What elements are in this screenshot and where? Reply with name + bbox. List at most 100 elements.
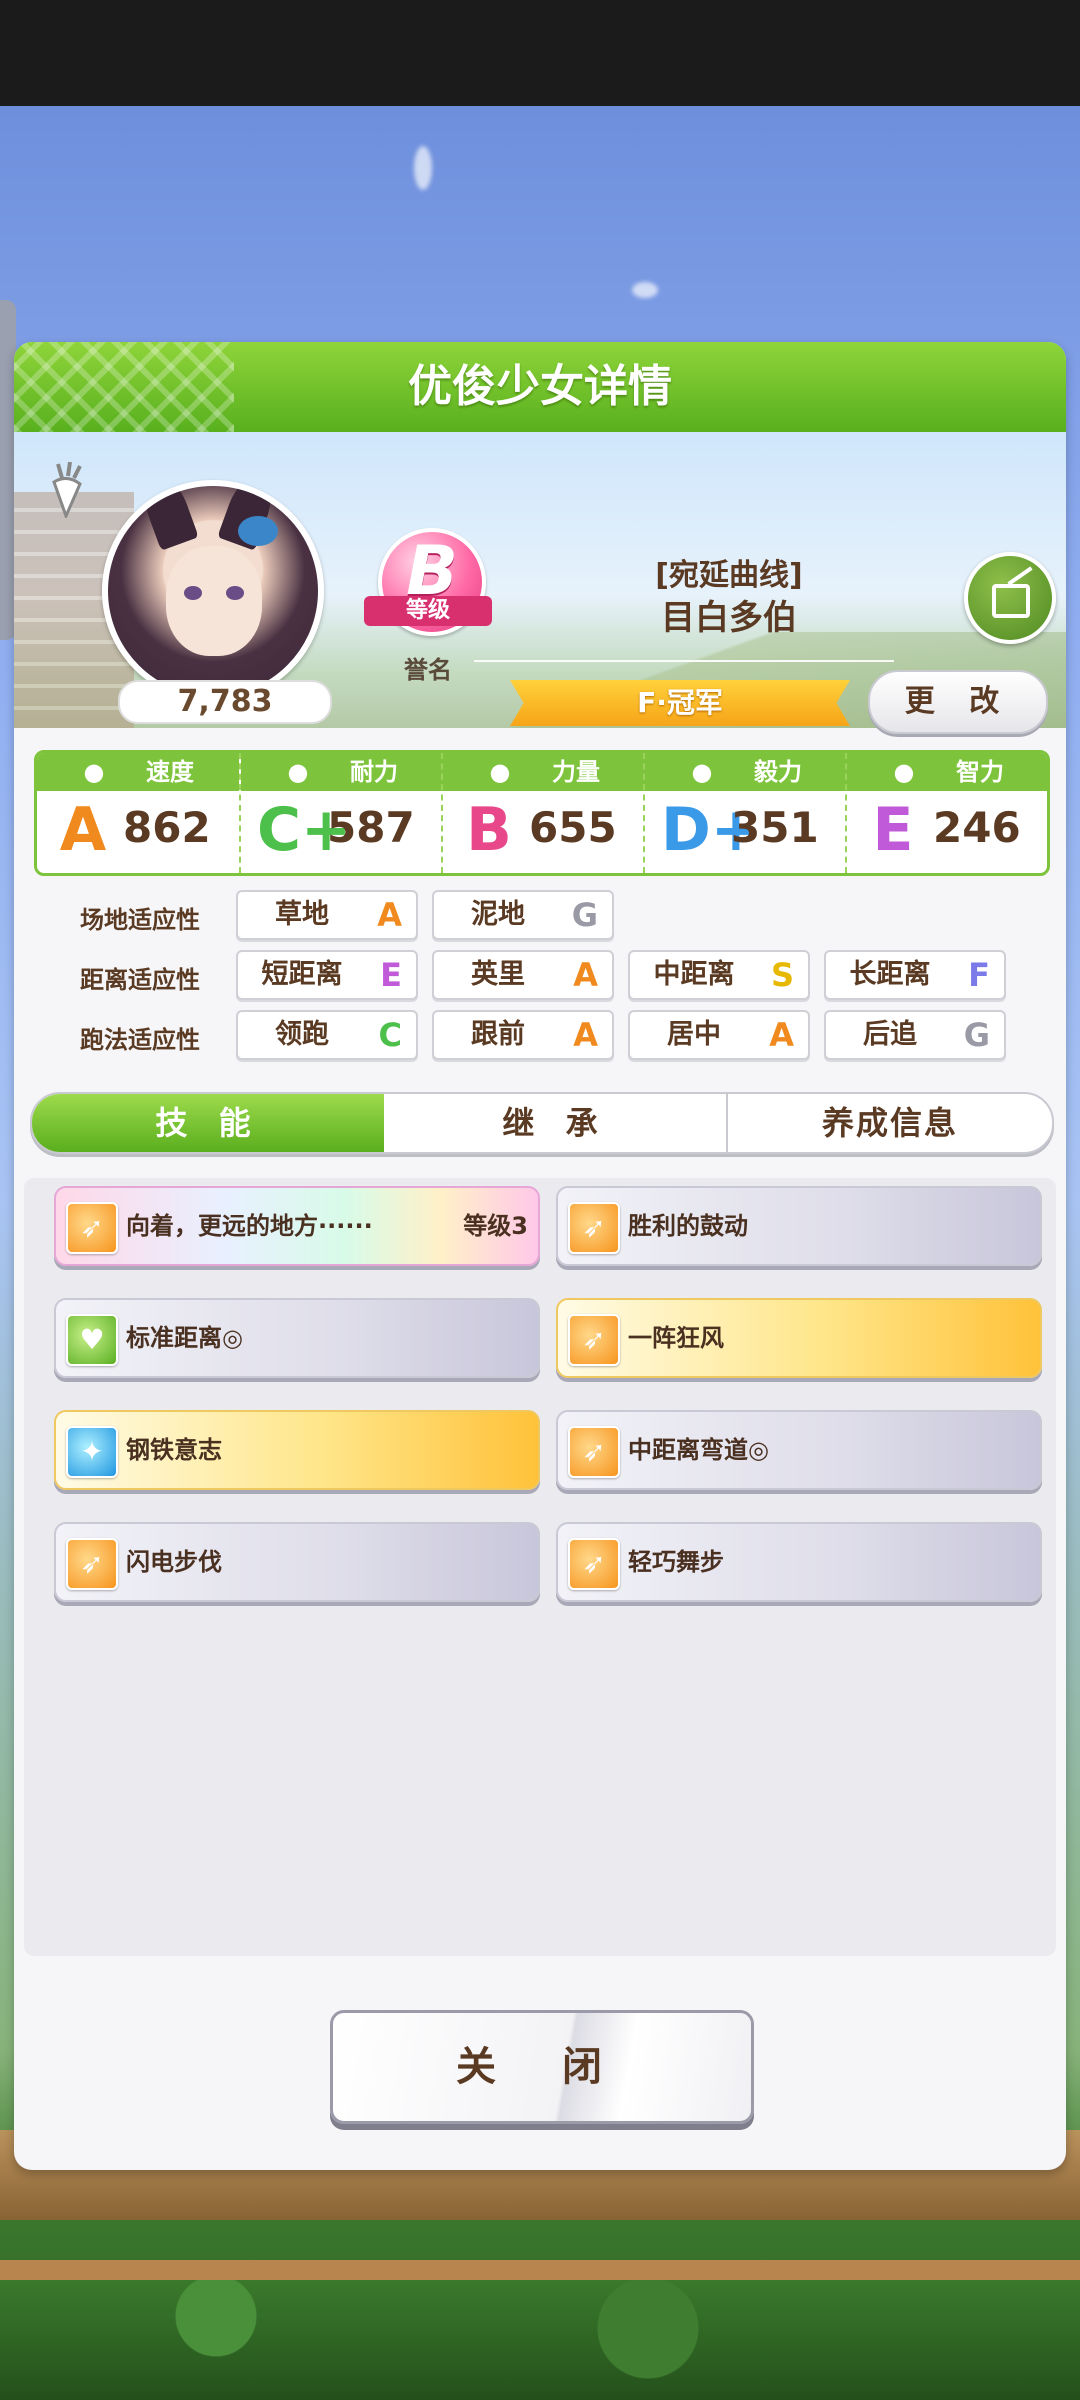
status-bar	[0, 0, 1080, 106]
skill-item[interactable]: ➶ 轻巧舞步	[556, 1522, 1042, 1602]
skill-name: 一阵狂风	[628, 1324, 724, 1352]
aptitude-cell: 中距离 S	[628, 950, 810, 1000]
skill-icon: ➶	[66, 1202, 118, 1254]
detail-tabs: 技 能 继 承 养成信息	[30, 1092, 1054, 1154]
aptitude-name: 草地	[275, 899, 329, 930]
change-title-button[interactable]: 更 改	[868, 670, 1048, 734]
skill-item[interactable]: ➶ 胜利的鼓动	[556, 1186, 1042, 1266]
stat-name: 智力	[956, 758, 1004, 786]
petal-decoration	[632, 282, 658, 298]
dialog-title: 优俊少女详情	[408, 361, 672, 412]
aptitude-grade: G	[571, 896, 598, 934]
skill-item[interactable]: ➶ 向着，更远的地方······ 等级3	[54, 1186, 540, 1266]
aptitude-cell: 英里 A	[432, 950, 614, 1000]
skill-level: 等级3	[463, 1212, 528, 1240]
aptitude-cell: 跟前 A	[432, 1010, 614, 1060]
aptitude-cell: 领跑 C	[236, 1010, 418, 1060]
runner-icon: ➶	[582, 1323, 606, 1356]
stat-0: ● 速度 A 862	[37, 753, 239, 873]
stat-header: ● 力量	[443, 753, 645, 791]
skill-item[interactable]: ➶ 闪电步伐	[54, 1522, 540, 1602]
flame-icon: ●	[691, 758, 713, 786]
aptitude-cell: 草地 A	[236, 890, 418, 940]
stat-3: ● 毅力 D+ 351	[643, 753, 847, 873]
carrot-icon	[52, 462, 82, 518]
tab-inheritance[interactable]: 继 承	[384, 1094, 726, 1152]
aptitude-grade: G	[963, 1016, 990, 1054]
character-title: [宛延曲线]	[655, 558, 803, 593]
stats-panel: ● 速度 A 862 ● 耐力 C+ 587 ● 力量 B 655 ● 毅力 D+ 351 ● 智力 E 246	[34, 750, 1050, 876]
share-button[interactable]	[964, 552, 1056, 644]
skill-name: 中距离弯道◎	[628, 1436, 769, 1464]
skill-icon: ➶	[66, 1538, 118, 1590]
style-aptitude-label: 跑法适应性	[80, 1026, 200, 1054]
avatar-ear	[137, 486, 199, 551]
petal-decoration	[414, 146, 432, 190]
dialog-header: 优俊少女详情	[14, 342, 1066, 432]
stat-header: ● 速度	[37, 753, 239, 791]
heart-icon: ●	[287, 758, 309, 786]
avatar-ribbon	[238, 516, 278, 546]
aptitude-grade: S	[770, 956, 794, 994]
style-aptitude-row: 跑法适应性 领跑 C 跟前 A 居中 A 后追 G	[34, 1010, 1044, 1060]
aptitude-name: 中距离	[653, 959, 735, 990]
aptitude-name: 泥地	[471, 899, 525, 930]
aptitude-name: 英里	[471, 959, 525, 990]
skill-icon: ➶	[568, 1538, 620, 1590]
stat-grade: E	[872, 795, 914, 865]
aptitude-name: 跟前	[471, 1019, 525, 1050]
skill-item[interactable]: ✦ 钢铁意志	[54, 1410, 540, 1490]
runner-icon: ➶	[582, 1435, 606, 1468]
stat-grade: A	[59, 795, 107, 865]
background-bushes	[0, 2280, 1080, 2400]
aptitude-name: 领跑	[275, 1019, 329, 1050]
close-button[interactable]: 关 闭	[330, 2010, 754, 2124]
aptitude-name: 短距离	[261, 959, 343, 990]
tab-training-info[interactable]: 养成信息	[728, 1094, 1052, 1152]
stat-header: ● 毅力	[645, 753, 847, 791]
skill-icon: ➶	[568, 1426, 620, 1478]
skill-item[interactable]: ♥ 标准距离◎	[54, 1298, 540, 1378]
avatar-face	[166, 546, 262, 656]
heart-icon: ♥	[79, 1323, 105, 1356]
skill-icon: ➶	[568, 1314, 620, 1366]
skill-item[interactable]: ➶ 中距离弯道◎	[556, 1410, 1042, 1490]
fan-count: 7,783	[118, 680, 332, 724]
tab-skills[interactable]: 技 能	[32, 1094, 384, 1152]
skill-item[interactable]: ➶ 一阵狂风	[556, 1298, 1042, 1378]
aptitude-cell: 长距离 F	[824, 950, 1006, 1000]
stat-header: ● 耐力	[241, 753, 443, 791]
runner-icon: ➶	[582, 1547, 606, 1580]
stat-name: 耐力	[350, 758, 398, 786]
share-arrow-icon	[1007, 566, 1033, 586]
aptitude-grade: A	[573, 1016, 598, 1054]
stat-4: ● 智力 E 246	[845, 753, 1047, 873]
skill-name: 标准距离◎	[126, 1324, 243, 1352]
runner-icon: ➶	[582, 1211, 606, 1244]
name-divider	[474, 660, 894, 662]
aptitude-grade: E	[380, 956, 402, 994]
rank-sub-label: 誉名	[404, 656, 452, 684]
background-rail	[0, 2260, 1080, 2280]
graduation-cap-icon: ●	[893, 758, 915, 786]
skill-icon: ➶	[568, 1202, 620, 1254]
aptitude-name: 居中	[667, 1019, 721, 1050]
aptitude-grade: A	[769, 1016, 794, 1054]
skill-name: 向着，更远的地方······	[126, 1212, 373, 1240]
stat-name: 力量	[552, 758, 600, 786]
runner-icon: ➶	[80, 1211, 104, 1244]
character-name: 目白多伯	[661, 598, 797, 638]
rank-label: 等级	[364, 596, 492, 626]
aptitude-grade: F	[968, 956, 990, 994]
aptitude-grade: A	[573, 956, 598, 994]
character-detail-dialog: 优俊少女详情 7,783 B 等级 誉名 [宛延曲线] 目白多伯 F·冠军 更 …	[14, 342, 1066, 2170]
character-avatar[interactable]	[102, 480, 324, 702]
runner-icon: ➶	[80, 1547, 104, 1580]
aptitude-cell: 短距离 E	[236, 950, 418, 1000]
stat-grade: B	[466, 795, 512, 865]
skill-icon: ♥	[66, 1314, 118, 1366]
aptitude-name: 长距离	[849, 959, 931, 990]
aptitude-name: 后追	[863, 1019, 917, 1050]
stat-value: 862	[123, 803, 211, 852]
aptitude-grade: C	[378, 1016, 402, 1054]
